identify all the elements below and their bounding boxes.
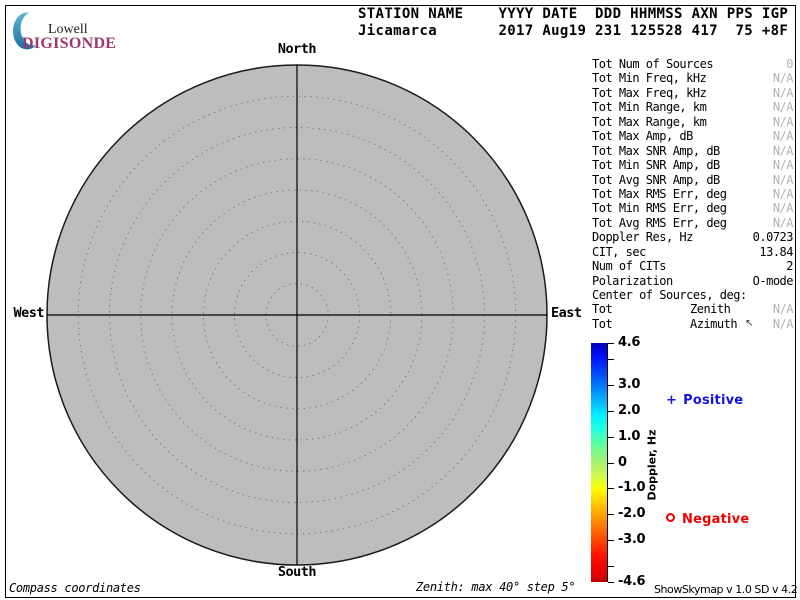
colorbar-tick [608,540,614,542]
stats-sublabel: Zenith [690,302,731,317]
stats-value: N/A [772,172,794,187]
stats-row: Tot Max SNR Amp, dB N/A [592,143,794,158]
stats-row: Tot Num of Sources 0 [592,57,793,71]
colorbar-tick-label: -2.0 [618,506,646,522]
stats-row: CIT, sec 13.84 [592,245,793,259]
colorbar-axis-label: Doppler, Hz [645,429,659,501]
stats-label: Tot Min Range, km [592,100,707,115]
stats-row: Tot Zenith N/A [592,302,794,317]
stats-row: Tot Max Amp, dB N/A [592,129,794,144]
colorbar-gradient [591,343,608,582]
stats-panel: Tot Num of Sources 0 Tot Min Freq, kHz N/A T… [592,57,794,331]
circle-marker-icon [666,513,675,522]
stats-value: 13.84 [759,244,793,259]
stats-value: O-mode [752,273,794,288]
stats-value: N/A [772,201,794,216]
stats-value: N/A [772,316,794,331]
stats-label: Tot Min Freq, kHz [592,71,707,86]
legend-negative: Negative [666,512,749,527]
stats-label: Num of CITs [592,259,666,274]
stats-label: Tot [592,302,613,317]
colorbar-tick-label: 4.6 [618,335,641,350]
stats-label: Tot Min RMS Err, deg [592,201,727,216]
stats-row: Num of CITs 2 [592,259,793,273]
colorbar-tick-label: 1.0 [618,428,641,444]
stats-row: Tot Min RMS Err, deg N/A [592,201,794,216]
stats-row: Tot Min Freq, kHz N/A [592,71,794,86]
colorbar-tick [608,436,614,438]
stats-value: N/A [772,85,794,100]
logo-digisonde-text: DIGISONDE [22,35,117,52]
stats-row: Tot Max Range, km N/A [592,114,794,129]
stats-label: Tot Max RMS Err, deg [592,186,727,201]
stats-label: CIT, sec [592,244,646,259]
colorbar-tick-label: 2.0 [618,402,641,418]
stats-label: Tot Num of Sources [592,57,714,71]
colorbar-tick-label: -4.6 [618,574,646,589]
stats-label: Tot Avg SNR Amp, dB [592,172,720,187]
stats-row: Tot Max Freq, kHz N/A [592,85,794,100]
legend-positive-label: Positive [683,393,744,408]
stats-value: N/A [772,129,794,144]
stats-label: Center of Sources, deg: [592,288,747,302]
compass-west-label: West [13,305,44,321]
colorbar-tick [608,384,614,386]
stats-label: Tot Avg RMS Err, deg [592,215,727,230]
stats-label: Tot Max Range, km [592,114,707,129]
stats-row: Doppler Res, Hz 0.0723 [592,230,794,245]
stats-value: N/A [772,100,794,115]
stats-value: N/A [772,302,794,317]
stats-value: N/A [772,143,794,158]
stats-row: Tot Max RMS Err, deg N/A [592,186,794,201]
coordinates-mode-label: Compass coordinates [9,581,141,595]
stats-value: 0 [786,57,793,71]
stats-label: Tot [592,316,613,331]
mouse-cursor-icon: ↖ [745,317,753,329]
stats-row: Polarization O-mode [592,273,794,288]
stats-label: Tot Max Freq, kHz [592,85,707,100]
stats-value: N/A [772,186,794,201]
stats-row: Tot Min Range, km N/A [592,100,794,115]
stats-value: N/A [772,71,794,86]
stats-value: 2 [786,259,793,274]
software-version-label: ShowSkymap v 1.0 SD v 4.2 [654,583,798,596]
colorbar-tick [608,343,614,344]
colorbar-tick-label: -1.0 [618,480,646,496]
colorbar-tick [608,514,614,516]
stats-label: Tot Max Amp, dB [592,129,693,144]
stats-value: N/A [772,114,794,129]
zenith-range-label: Zenith: max 40° step 5° [416,580,576,594]
legend-negative-label: Negative [682,512,750,527]
compass-south-label: South [277,564,317,580]
colorbar-tick-label: -3.0 [618,532,646,548]
colorbar-tick-label: 0 [618,454,627,470]
header-column-titles: STATION NAME YYYY DATE DDD HHMMSS AXN PP… [358,6,789,22]
colorbar-tick [608,358,614,360]
stats-label: Tot Min SNR Amp, dB [592,158,720,173]
colorbar: 4.6 3.0 2.0 1.0 0 -1.0 -2.0 -3.0 -4.6 [591,335,800,589]
stats-value: N/A [772,158,794,173]
colorbar-tick [608,410,614,412]
stats-label: Polarization [592,273,673,288]
colorbar-tick [608,488,614,490]
legend-positive: + Positive [666,393,743,408]
colorbar-tick-label: 3.0 [618,376,641,392]
stats-value: 0.0723 [752,230,794,245]
stats-row: Tot Azimuth ↖ N/A [592,316,794,331]
compass-north-label: North [277,41,317,57]
header-station-values: Jicamarca 2017 Aug19 231 125528 417 75 +… [358,23,789,39]
stats-row: Tot Avg RMS Err, deg N/A [592,215,794,230]
stats-label: Tot Max SNR Amp, dB [592,143,720,158]
plus-marker-icon: + [666,393,678,408]
colorbar-tick [608,566,614,568]
stats-value: N/A [772,215,794,230]
colorbar-tick [608,462,614,464]
stats-row: Tot Min SNR Amp, dB N/A [592,158,794,173]
colorbar-tick [608,582,614,583]
lowell-digisonde-logo: Lowell DIGISONDE [12,11,142,54]
stats-row: Center of Sources, deg: [592,288,793,302]
stats-row: Tot Avg SNR Amp, dB N/A [592,172,794,187]
stats-sublabel: Azimuth [690,316,738,331]
stats-label: Doppler Res, Hz [592,230,693,245]
